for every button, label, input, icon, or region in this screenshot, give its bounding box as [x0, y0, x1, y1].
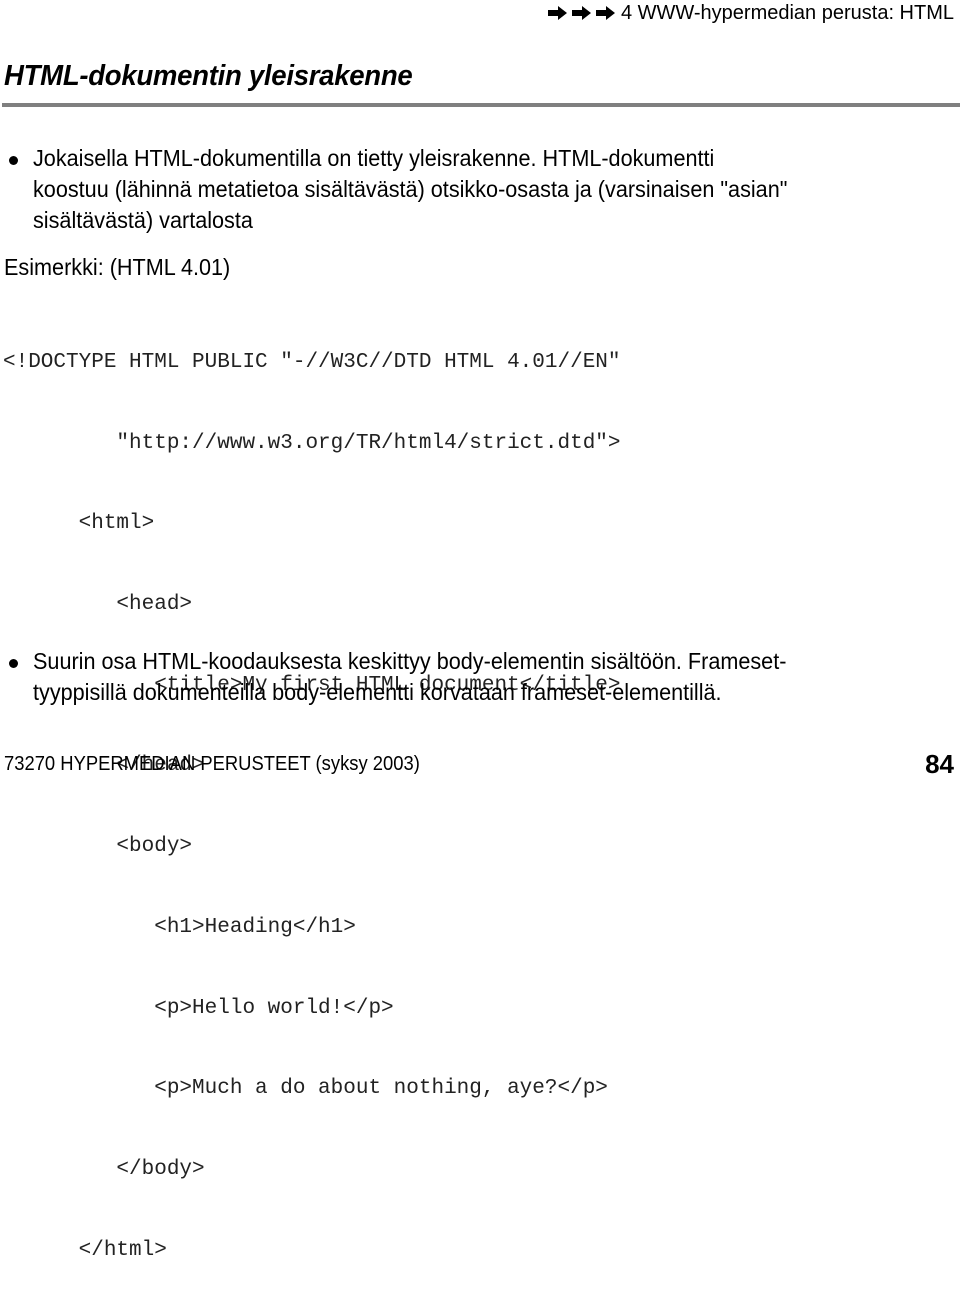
bullet-paragraph: Jokaisella HTML-dokumentilla on tietty y… [33, 143, 898, 236]
arrow-right-icon [547, 6, 567, 20]
bullet-paragraph: Suurin osa HTML-koodauksesta keskittyy b… [33, 646, 898, 708]
code-line: "http://www.w3.org/TR/html4/strict.dtd"> [3, 431, 621, 455]
page-number: 84 [925, 749, 954, 779]
code-line: <h1>Heading</h1> [3, 915, 356, 939]
code-line: </body> [3, 1158, 205, 1181]
code-example: <!DOCTYPE HTML PUBLIC "-//W3C//DTD HTML … [3, 296, 621, 1292]
arrow-right-icon [571, 6, 591, 20]
bullet-line: Jokaisella HTML-dokumentilla on tietty y… [33, 145, 715, 171]
nav-arrows [547, 6, 615, 20]
code-line: <p>Hello world!</p> [3, 996, 394, 1020]
bullet-line: sisältävästä) vartalosta [33, 207, 253, 233]
page-title: HTML-dokumentin yleisrakenne [4, 60, 413, 92]
chapter-title: 4 WWW-hypermedian perusta: HTML [620, 2, 954, 24]
bullet-line: Suurin osa HTML-koodauksesta keskittyy b… [33, 648, 787, 674]
footer-course: 73270 HYPERMEDIAN PERUSTEET (syksy 2003) [4, 753, 420, 775]
title-divider [2, 103, 960, 107]
arrow-right-icon [595, 6, 615, 20]
bullet-line: koostuu (lähinnä metatietoa sisältävästä… [33, 176, 788, 202]
bullet-line: tyyppisillä dokumenteilla body-elementti… [33, 679, 722, 705]
bullet-icon [9, 659, 18, 668]
code-line: <html> [3, 512, 155, 536]
example-label: Esimerkki: (HTML 4.01) [4, 254, 231, 280]
chapter-header: 4 WWW-hypermedian perusta: HTML [547, 0, 954, 26]
code-line: </html> [3, 1238, 167, 1262]
code-line: <head> [3, 592, 193, 616]
code-line: <!DOCTYPE HTML PUBLIC "-//W3C//DTD HTML … [3, 350, 621, 374]
code-line: <p>Much a do about nothing, aye?</p> [3, 1077, 608, 1101]
code-line: <body> [3, 835, 193, 859]
bullet-icon [9, 156, 18, 165]
